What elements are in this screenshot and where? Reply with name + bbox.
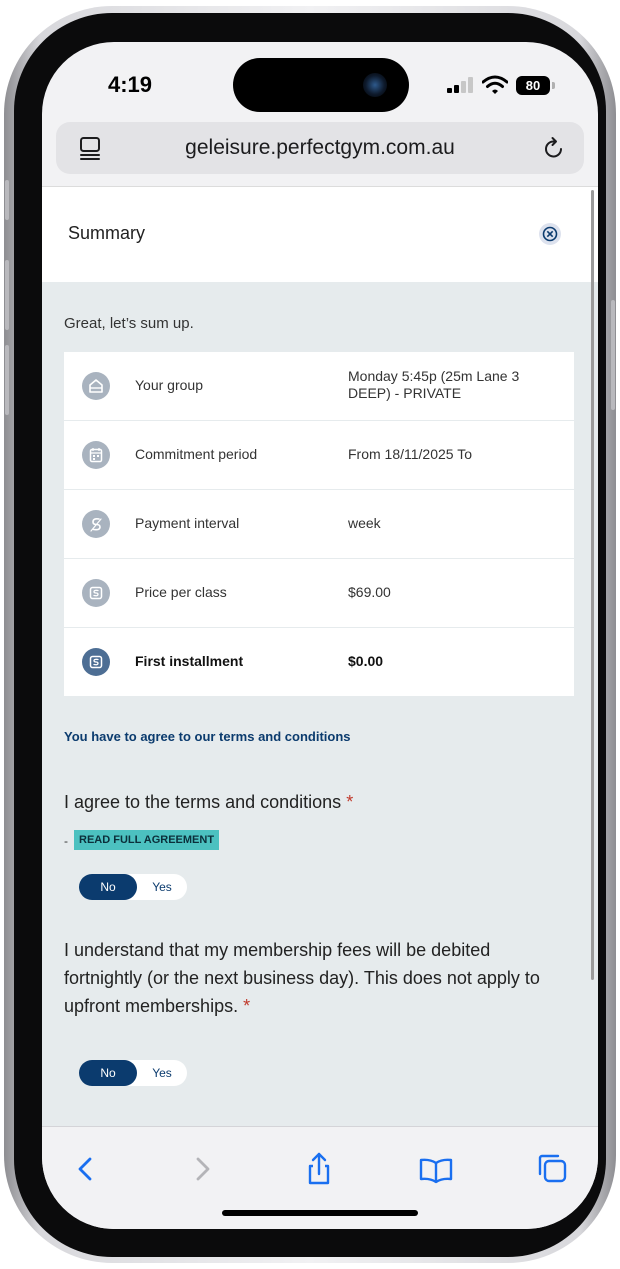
fees-toggle[interactable]: No Yes xyxy=(79,1060,187,1086)
url-text[interactable]: geleisure.perfectgym.com.au xyxy=(56,122,584,174)
read-full-agreement-link[interactable]: READ FULL AGREEMENT xyxy=(74,830,220,850)
signal-icon xyxy=(447,77,473,93)
terms-notice: You have to agree to our terms and condi… xyxy=(64,729,351,744)
close-button[interactable] xyxy=(539,223,561,245)
forward-icon[interactable] xyxy=(182,1149,222,1189)
battery-indicator: 80 xyxy=(516,76,550,95)
dollar-icon xyxy=(82,579,110,607)
tabs-button[interactable] xyxy=(532,1149,572,1189)
row-value: Monday 5:45p (25m Lane 3 DEEP) - PRIVATE xyxy=(348,368,520,401)
bookmarks-icon[interactable] xyxy=(416,1149,456,1189)
toggle-no[interactable]: No xyxy=(79,1060,137,1086)
row-label: First installment xyxy=(135,653,244,669)
back-button[interactable] xyxy=(66,1149,106,1189)
row-label: Payment interval xyxy=(135,515,240,531)
required-mark: * xyxy=(346,792,354,812)
side-button xyxy=(611,300,615,410)
home-icon xyxy=(82,372,110,400)
row-value: $0.00 xyxy=(348,653,384,669)
side-button xyxy=(5,180,9,220)
wifi-icon xyxy=(482,75,508,94)
dynamic-island xyxy=(233,58,409,112)
question-text: I agree to the terms and conditions xyxy=(64,792,342,812)
row-label: Commitment period xyxy=(135,446,258,462)
share-button[interactable] xyxy=(299,1149,339,1189)
summary-row-commitment: Commitment period From 18/11/2025 To xyxy=(64,421,574,489)
side-button xyxy=(5,345,9,415)
address-bar[interactable]: geleisure.perfectgym.com.au xyxy=(56,122,584,174)
row-value: From 18/11/2025 To xyxy=(348,446,473,462)
close-icon[interactable] xyxy=(539,223,561,245)
home-indicator[interactable] xyxy=(222,1210,418,1216)
battery-tip xyxy=(552,82,555,89)
summary-row-price: Price per class $69.00 xyxy=(64,559,574,627)
side-button xyxy=(5,260,9,330)
tabs-icon[interactable] xyxy=(532,1149,572,1189)
payment-icon xyxy=(82,510,110,538)
dollar-icon xyxy=(82,648,110,676)
summary-title: Summary xyxy=(68,223,146,243)
row-label: Price per class xyxy=(135,584,227,600)
question-text: I understand that my membership fees wil… xyxy=(64,940,540,1016)
share-icon[interactable] xyxy=(299,1149,339,1189)
toggle-yes[interactable]: Yes xyxy=(137,874,187,900)
required-mark: * xyxy=(243,996,251,1016)
summary-row-interval: Payment interval week xyxy=(64,490,574,558)
status-time: 4:19 xyxy=(108,72,153,97)
link-dash: - xyxy=(64,834,68,848)
web-page: Summary Great, let’s sum up. Your group … xyxy=(42,186,598,1126)
phone-screen: 4:19 80 geleisure.perfectgym.com.au Summ… xyxy=(42,42,598,1229)
calendar-icon xyxy=(82,441,110,469)
summary-intro: Great, let’s sum up. xyxy=(64,315,194,332)
row-label: Your group xyxy=(135,377,203,393)
reload-icon[interactable] xyxy=(542,136,566,160)
row-value: week xyxy=(348,515,381,531)
summary-row-first-installment: First installment $0.00 xyxy=(64,628,574,696)
forward-button[interactable] xyxy=(182,1149,222,1189)
back-icon[interactable] xyxy=(66,1149,106,1189)
row-value: $69.00 xyxy=(348,584,391,600)
terms-question: I agree to the terms and conditions * xyxy=(64,792,353,813)
scrollbar[interactable] xyxy=(591,190,594,980)
summary-header: Summary xyxy=(42,186,598,282)
bookmarks-button[interactable] xyxy=(416,1149,456,1189)
toggle-yes[interactable]: Yes xyxy=(137,1060,187,1086)
terms-toggle[interactable]: No Yes xyxy=(79,874,187,900)
toggle-no[interactable]: No xyxy=(79,874,137,900)
summary-row-group: Your group Monday 5:45p (25m Lane 3 DEEP… xyxy=(64,352,574,420)
camera-icon xyxy=(363,73,387,97)
fees-question: I understand that my membership fees wil… xyxy=(64,936,564,1020)
